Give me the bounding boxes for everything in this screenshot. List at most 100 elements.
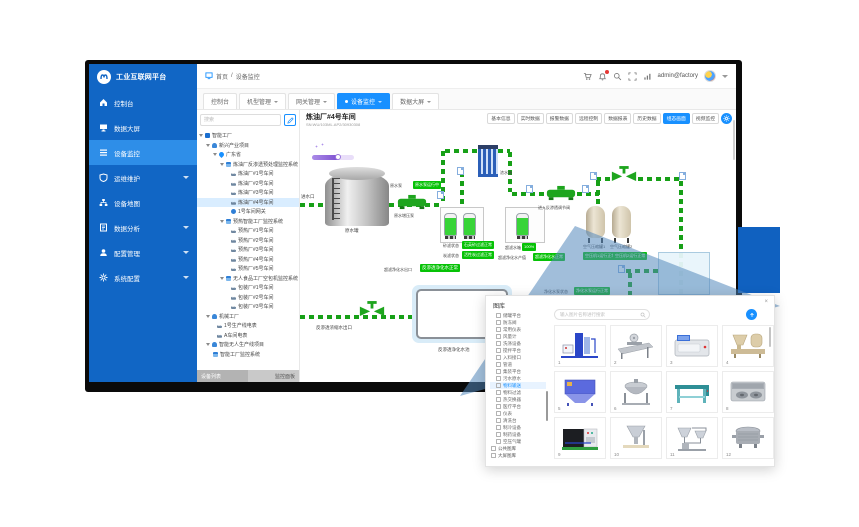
tree-edit-button[interactable] [284, 114, 296, 126]
tree-node[interactable]: 智能工厂监控系统 [197, 350, 299, 360]
tree-node[interactable]: 无人食品工厂空包机监控系统 [197, 274, 299, 284]
datapoint-icon[interactable] [618, 265, 625, 273]
sidebar-item-maintenance[interactable]: 运维维护 [89, 165, 197, 190]
realtime-data-button[interactable]: 实时数据 [517, 113, 544, 124]
tree-node-selected[interactable]: 炼油厂#4号车间 [197, 198, 299, 208]
tree-node[interactable]: 新兴产业项目 [197, 141, 299, 151]
gallery-category-selected[interactable]: 物料输送 [490, 382, 546, 389]
category-scrollbar[interactable] [546, 391, 548, 421]
tab-gateway-mgmt[interactable]: 网关管理 [288, 93, 335, 109]
username[interactable]: admin@factory [658, 73, 698, 79]
air-tank-2[interactable] [612, 206, 631, 238]
remote-control-button[interactable]: 远程控制 [575, 113, 602, 124]
gallery-category[interactable]: 搅拌平台 [490, 347, 546, 354]
tree-node[interactable]: 预热厂#4号车间 [197, 255, 299, 265]
sidebar-item-console[interactable]: 控制台 [89, 90, 197, 115]
tree-node[interactable]: 炼油厂#2号车间 [197, 179, 299, 189]
basic-info-button[interactable]: 基本信息 [487, 113, 514, 124]
gallery-category[interactable]: 仪表 [490, 410, 546, 417]
gallery-item[interactable]: 5 [554, 371, 606, 413]
scada-screen-button[interactable]: 组态画面 [663, 113, 690, 124]
datapoint-icon[interactable] [679, 172, 686, 180]
tab-device-monitor[interactable]: 设备监控 [337, 93, 390, 109]
tree-node[interactable]: 广东省 [197, 150, 299, 160]
tree-node[interactable]: 1号车间网关 [197, 207, 299, 217]
signal-icon[interactable] [643, 72, 652, 81]
tree-node[interactable]: 预热厂#2号车间 [197, 236, 299, 246]
air-tank-1[interactable] [586, 206, 605, 238]
gallery-item[interactable]: 10 [610, 417, 662, 459]
progress-bar[interactable] [312, 155, 354, 160]
uf-tank-level[interactable] [516, 213, 529, 236]
gallery-category[interactable]: 常用仪表 [490, 326, 546, 333]
gallery-category[interactable]: 制药设备 [490, 431, 546, 438]
gallery-category[interactable]: 储罐平台 [490, 312, 546, 319]
gallery-category[interactable]: 洗涤设备 [490, 340, 546, 347]
tree-node[interactable]: 包装厂#3号车间 [197, 302, 299, 312]
tree-node[interactable]: 炼油厂#1号车间 [197, 169, 299, 179]
gallery-item[interactable]: 11 [666, 417, 718, 459]
gallery-item[interactable]: 12 [722, 417, 774, 459]
expander-icon[interactable] [213, 153, 217, 156]
tree-node[interactable]: 机械工厂 [197, 312, 299, 322]
upload-button[interactable] [746, 309, 757, 320]
top-valve[interactable] [610, 165, 638, 183]
gallery-category[interactable]: 制冷设备 [490, 424, 546, 431]
gallery-category[interactable]: 集装平台 [490, 368, 546, 375]
tree-search-input[interactable] [200, 114, 281, 126]
tree-node[interactable]: 预热智能工厂监控系统 [197, 217, 299, 227]
sidebar-item-device-map[interactable]: 设备地图 [89, 190, 197, 215]
fullscreen-icon[interactable] [628, 72, 637, 81]
gallery-root-category[interactable]: 大屏图库 [490, 452, 546, 459]
expander-icon[interactable] [220, 220, 224, 223]
tab-model-mgmt[interactable]: 机型管理 [239, 93, 286, 109]
gallery-item[interactable]: 7 [666, 371, 718, 413]
video-monitor-button[interactable]: 视频监控 [692, 113, 719, 124]
tree-node[interactable]: 预热厂#3号车间 [197, 245, 299, 255]
datapoint-icon[interactable] [582, 185, 589, 193]
tree-node[interactable]: 包装厂#2号车间 [197, 293, 299, 303]
expander-icon[interactable] [206, 315, 210, 318]
sidebar-item-data-analysis[interactable]: 数据分析 [89, 215, 197, 240]
gallery-item[interactable]: 4 [722, 325, 774, 367]
datapoint-icon[interactable] [457, 167, 464, 175]
sidebar-item-config-mgmt[interactable]: 配置管理 [89, 240, 197, 265]
bell-icon[interactable] [598, 72, 607, 81]
tab-console[interactable]: 控制台 [203, 93, 237, 109]
gallery-category[interactable]: 污水原水 [490, 375, 546, 382]
gallery-item[interactable]: 6 [610, 371, 662, 413]
gallery-item[interactable]: 9 [554, 417, 606, 459]
hp-pump[interactable] [545, 185, 577, 201]
gallery-scrollbar[interactable] [769, 327, 771, 347]
ro-membrane-unit[interactable] [478, 145, 498, 177]
sidebar-item-system-config[interactable]: 系统配置 [89, 265, 197, 290]
expander-icon[interactable] [206, 144, 210, 147]
tree-node[interactable]: 炼油厂#3号车间 [197, 188, 299, 198]
settings-button[interactable] [721, 113, 732, 124]
tab-data-screen[interactable]: 数据大屏 [392, 93, 439, 109]
gallery-item[interactable]: 8 [722, 371, 774, 413]
gallery-category[interactable]: 风量计 [490, 333, 546, 340]
sand-filter[interactable] [444, 213, 457, 236]
cart-icon[interactable] [583, 72, 592, 81]
gallery-category[interactable]: 热交换器 [490, 396, 546, 403]
user-menu-caret-icon[interactable] [722, 75, 728, 78]
expander-icon[interactable] [206, 343, 210, 346]
gallery-category[interactable]: 空压气罐 [490, 438, 546, 445]
avatar[interactable] [704, 70, 716, 82]
gallery-category[interactable]: 防冻阀 [490, 319, 546, 326]
device-list-button[interactable]: 设备列表 [197, 370, 248, 382]
close-icon[interactable]: × [764, 299, 768, 305]
tree-node[interactable]: A车间电表 [197, 331, 299, 341]
tree-node[interactable]: 智能工厂 [197, 131, 299, 141]
data-report-button[interactable]: 数据报表 [604, 113, 631, 124]
gallery-item[interactable]: 2 [610, 325, 662, 367]
carbon-filter[interactable] [463, 213, 476, 236]
gallery-category[interactable]: 物料过滤 [490, 389, 546, 396]
gallery-category[interactable]: 清洗台 [490, 417, 546, 424]
expander-icon[interactable] [220, 163, 224, 166]
breadcrumb-home[interactable]: 首页 [216, 72, 228, 81]
gallery-category[interactable]: 管道 [490, 361, 546, 368]
monitor-panel-button[interactable]: 监控面板 [248, 373, 299, 380]
expander-icon[interactable] [220, 277, 224, 280]
